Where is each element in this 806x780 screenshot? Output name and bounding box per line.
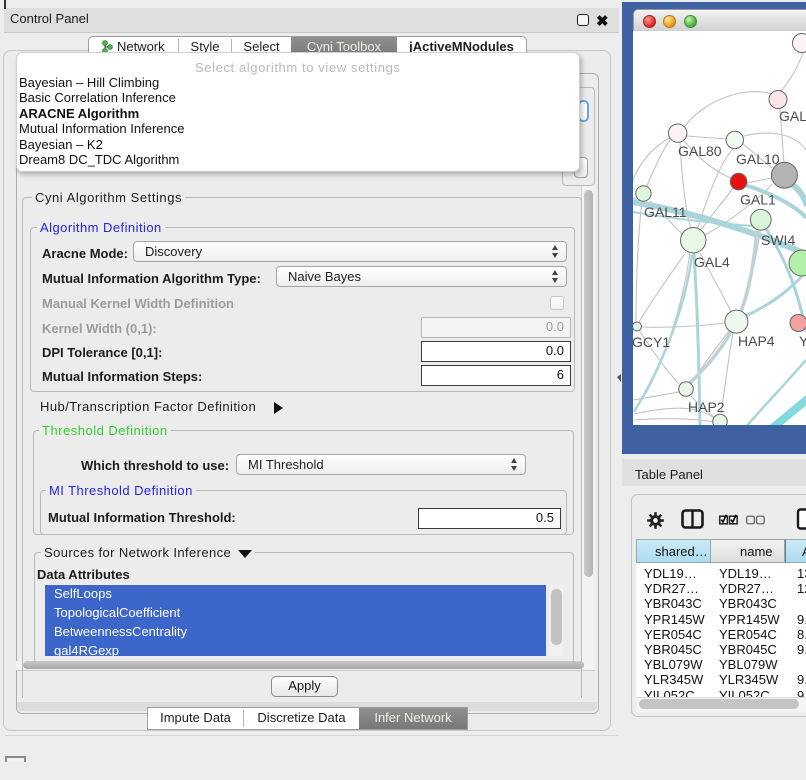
svg-text:GAL4: GAL4	[694, 254, 730, 270]
svg-text:GAL1: GAL1	[740, 192, 776, 208]
svg-text:HAP4: HAP4	[738, 333, 775, 349]
svg-text:GAL80: GAL80	[678, 143, 722, 159]
svg-text:GCY1: GCY1	[633, 334, 670, 350]
svg-text:GAL7: GAL7	[779, 108, 806, 124]
svg-text:HAP2: HAP2	[688, 399, 725, 415]
svg-text:GAL10: GAL10	[736, 151, 780, 167]
svg-text:GAL11: GAL11	[644, 204, 687, 220]
svg-text:YJL21: YJL21	[799, 333, 806, 349]
svg-text:SWI4: SWI4	[761, 232, 795, 248]
